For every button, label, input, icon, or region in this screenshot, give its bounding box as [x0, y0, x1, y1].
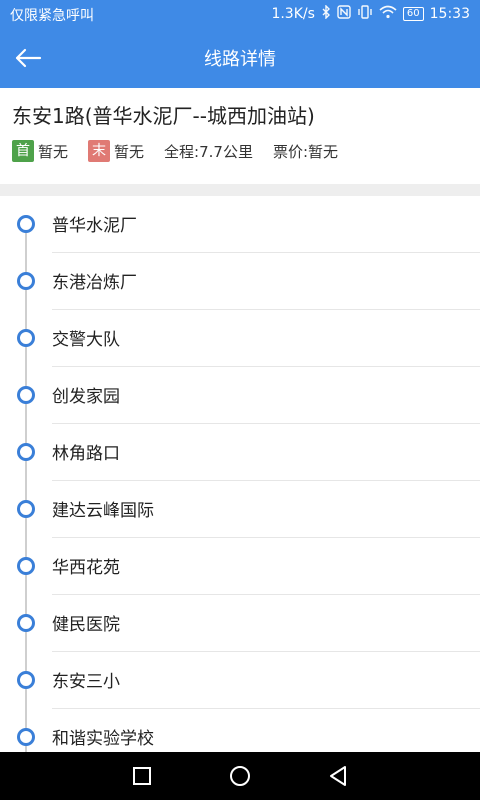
net-speed: 1.3K/s — [271, 5, 315, 22]
stop-item[interactable]: 东安三小 — [0, 652, 480, 709]
stop-dot-icon — [17, 272, 35, 290]
nav-back-button[interactable] — [326, 764, 350, 788]
route-info: 东安1路(普华水泥厂--城西加油站) 首 暂无 末 暂无 全程:7.7公里 票价… — [0, 88, 480, 184]
stop-dot-icon — [17, 386, 35, 404]
back-triangle-icon — [330, 766, 346, 786]
page-title: 线路详情 — [204, 49, 276, 70]
stop-dot-icon — [17, 215, 35, 233]
stop-name: 健民医院 — [52, 615, 120, 635]
stop-dot-icon — [17, 671, 35, 689]
stop-item[interactable]: 林角路口 — [0, 424, 480, 481]
stop-item[interactable]: 东港冶炼厂 — [0, 253, 480, 310]
stops-list[interactable]: 普华水泥厂 东港冶炼厂 交警大队 创发家园 林角路口 建达云峰国际 华西花苑 健… — [0, 196, 480, 752]
stop-name: 和谐实验学校 — [52, 729, 154, 749]
stop-name: 创发家园 — [52, 387, 120, 407]
system-nav-bar — [0, 752, 480, 800]
first-bus-tag: 首 — [12, 140, 34, 162]
stop-item[interactable]: 交警大队 — [0, 310, 480, 367]
stop-dot-icon — [17, 728, 35, 746]
stop-name: 交警大队 — [52, 330, 120, 350]
recents-button[interactable] — [130, 764, 154, 788]
battery-icon: 60 — [402, 6, 424, 21]
status-icons: 1.3K/s 60 15:33 — [271, 4, 470, 22]
route-fare: 票价:暂无 — [272, 142, 339, 161]
section-divider — [0, 184, 480, 196]
status-bar: 仅限紧急呼叫 1.3K/s 60 15:33 — [0, 0, 480, 28]
stop-item[interactable]: 创发家园 — [0, 367, 480, 424]
stop-name: 华西花苑 — [52, 558, 120, 578]
first-bus-time: 暂无 — [38, 142, 69, 161]
stop-name: 东港冶炼厂 — [52, 273, 137, 293]
bluetooth-icon — [321, 4, 331, 22]
vibrate-icon — [357, 5, 373, 22]
stop-dot-icon — [17, 500, 35, 518]
clock: 15:33 — [429, 5, 470, 22]
carrier-status-text: 仅限紧急呼叫 — [10, 8, 94, 24]
recents-square-icon — [133, 767, 151, 785]
home-button[interactable] — [228, 764, 252, 788]
home-circle-icon — [230, 766, 250, 786]
route-meta: 首 暂无 末 暂无 全程:7.7公里 票价:暂无 — [12, 140, 358, 162]
stop-item[interactable]: 华西花苑 — [0, 538, 480, 595]
app-bar: 线路详情 — [0, 28, 480, 88]
nfc-icon — [337, 5, 351, 22]
stop-name: 建达云峰国际 — [52, 501, 154, 521]
wifi-icon — [379, 5, 397, 22]
stop-dot-icon — [17, 557, 35, 575]
stop-name: 林角路口 — [52, 444, 120, 464]
stop-dot-icon — [17, 329, 35, 347]
stop-item[interactable]: 建达云峰国际 — [0, 481, 480, 538]
route-name: 东安1路(普华水泥厂--城西加油站) — [12, 104, 315, 128]
route-distance: 全程:7.7公里 — [164, 142, 253, 161]
stop-name: 普华水泥厂 — [52, 216, 137, 236]
stop-name: 东安三小 — [52, 672, 120, 692]
last-bus-tag: 末 — [88, 140, 111, 162]
last-bus-time: 暂无 — [114, 142, 145, 161]
stop-dot-icon — [17, 443, 35, 461]
stop-dot-icon — [17, 614, 35, 632]
stop-item[interactable]: 普华水泥厂 — [0, 196, 480, 253]
stop-item[interactable]: 健民医院 — [0, 595, 480, 652]
stop-item[interactable]: 和谐实验学校 — [0, 709, 480, 752]
